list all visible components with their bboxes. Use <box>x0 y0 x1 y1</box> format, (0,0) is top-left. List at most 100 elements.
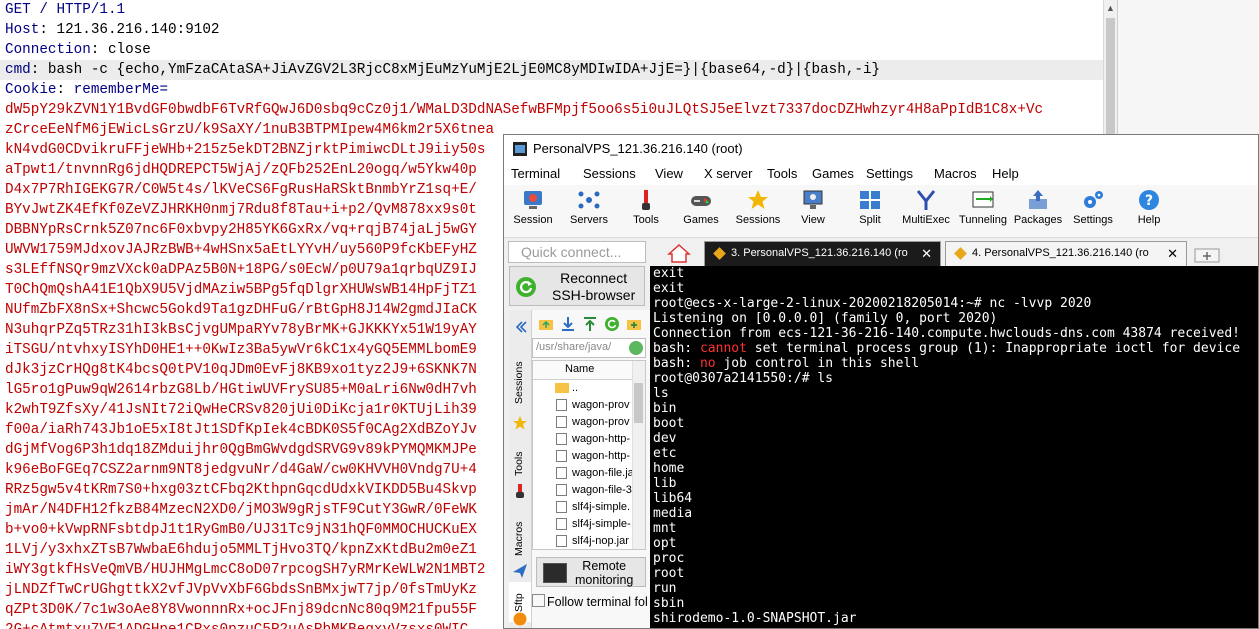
new-folder-icon[interactable] <box>626 316 642 332</box>
quick-connect-input[interactable]: Quick connect... <box>508 241 646 263</box>
terminal-line: Listening on [0.0.0.0] (family 0, port 2… <box>653 311 998 326</box>
toolbar-label: Packages <box>1013 214 1063 226</box>
list-item[interactable]: wagon-file.ja <box>533 465 645 482</box>
terminal-line: run <box>653 581 677 596</box>
vertical-tabs: Sessions Tools Macros Sftp <box>509 310 532 628</box>
file-icon <box>556 433 567 445</box>
vtab-tools[interactable]: Tools <box>509 434 531 484</box>
download-icon[interactable] <box>560 316 576 332</box>
tabs-row: Quick connect... 3. PersonalVPS_121.36.2… <box>504 238 1258 266</box>
toolbar: Session Servers Tools Games Sessions Vie… <box>504 185 1258 238</box>
list-item[interactable]: slf4j-simple- <box>533 516 645 533</box>
vtab-sessions[interactable]: Sessions <box>509 346 531 406</box>
column-name-header[interactable]: Name <box>565 363 594 375</box>
window-title: PersonalVPS_121.36.216.140 (root) <box>533 141 743 156</box>
list-item[interactable]: wagon-http- <box>533 448 645 465</box>
menu-terminal[interactable]: Terminal <box>511 166 560 181</box>
toolbar-label: Tools <box>633 214 659 226</box>
vtab-macros[interactable]: Macros <box>509 504 531 564</box>
tools-icon <box>516 484 524 498</box>
monitor-icon <box>543 563 567 583</box>
terminal-line: lib <box>653 476 677 491</box>
terminal-line: Connection from ecs-121-36-216-140.compu… <box>653 326 1240 341</box>
collapse-chevron-icon[interactable] <box>513 320 527 334</box>
list-item[interactable]: wagon-file-3 <box>533 482 645 499</box>
toolbar-tools-button[interactable]: Tools <box>617 187 675 226</box>
terminal-line: shirodemo-1.0-SNAPSHOT.jar <box>653 611 857 626</box>
terminal-line: mnt <box>653 521 677 536</box>
upload-icon[interactable] <box>582 316 598 332</box>
file-toolbar <box>532 314 650 334</box>
toolbar-split-button[interactable]: Split <box>841 187 899 226</box>
file-list-header[interactable]: Name <box>533 361 645 380</box>
list-item[interactable]: wagon-prov <box>533 397 645 414</box>
list-item-parent[interactable]: .. <box>533 380 645 397</box>
close-icon[interactable]: ✕ <box>921 246 932 262</box>
toolbar-multiexec-button[interactable]: MultiExec <box>897 187 955 226</box>
header-cmd: cmd: bash -c {echo,YmFzaCAtaSA+JiAvZGV2L… <box>0 60 1103 80</box>
toolbar-settings-button[interactable]: Settings <box>1064 187 1122 226</box>
reconnect-ssh-browser-button[interactable]: Reconnect SSH-browser <box>509 266 645 306</box>
view-icon <box>803 190 823 209</box>
home-tab-icon[interactable] <box>664 242 694 264</box>
games-icon <box>691 196 711 206</box>
path-input[interactable]: /usr/share/java/ <box>532 338 646 358</box>
checkbox-icon[interactable] <box>532 594 545 607</box>
scroll-up-icon[interactable]: ▲ <box>1106 3 1115 13</box>
error-word: cannot <box>699 341 747 356</box>
follow-label: Follow terminal fol <box>547 595 648 609</box>
tab-session-3[interactable]: 3. PersonalVPS_121.36.216.140 (ro ✕ <box>704 241 941 266</box>
terminal-line: bin <box>653 401 677 416</box>
menu-settings[interactable]: Settings <box>866 166 913 181</box>
star-icon <box>513 416 527 430</box>
terminal-line: bash: cannot set terminal process group … <box>653 341 1241 356</box>
toolbar-tunneling-button[interactable]: Tunneling <box>954 187 1012 226</box>
menu-games[interactable]: Games <box>812 166 854 181</box>
path-ok-icon[interactable] <box>629 341 643 355</box>
toolbar-session-button[interactable]: Session <box>504 187 562 226</box>
remote-monitoring-button[interactable]: Remote monitoring <box>536 557 646 587</box>
scrollbar-thumb[interactable] <box>634 383 643 423</box>
tunneling-icon <box>972 191 994 208</box>
toolbar-view-button[interactable]: View <box>784 187 842 226</box>
ssh-tab-icon <box>713 247 726 260</box>
follow-terminal-checkbox[interactable]: Follow terminal fol <box>532 594 650 614</box>
list-item[interactable]: slf4j-nop.jar <box>533 533 645 549</box>
help-icon: ? <box>1139 190 1159 210</box>
menu-view[interactable]: View <box>655 166 683 181</box>
new-tab-icon[interactable] <box>1194 246 1222 264</box>
terminal[interactable]: exit exit root@ecs-x-large-2-linux-2020021… <box>650 266 1258 628</box>
list-item[interactable]: wagon-prov <box>533 414 645 431</box>
terminal-line: exit <box>653 266 685 281</box>
toolbar-packages-button[interactable]: Packages <box>1009 187 1067 226</box>
toolbar-games-button[interactable]: Games <box>672 187 730 226</box>
folder-up-icon[interactable] <box>538 316 554 332</box>
header-cookie: Cookie: rememberMe= <box>5 82 169 98</box>
title-bar: PersonalVPS_121.36.216.140 (root) <box>504 135 1258 163</box>
file-icon <box>556 416 567 428</box>
menu-xserver[interactable]: X server <box>704 166 752 181</box>
toolbar-sessions-button[interactable]: Sessions <box>729 187 787 226</box>
terminal-line: boot <box>653 416 685 431</box>
toolbar-help-button[interactable]: ? Help <box>1120 187 1178 226</box>
menu-help[interactable]: Help <box>992 166 1019 181</box>
file-icon <box>556 535 567 547</box>
toolbar-label: Settings <box>1073 214 1113 226</box>
close-icon[interactable]: ✕ <box>1167 246 1178 262</box>
terminal-line: lib64 <box>653 491 693 506</box>
toolbar-servers-button[interactable]: Servers <box>560 187 618 226</box>
ssh-tab-icon <box>954 247 967 260</box>
menu-macros[interactable]: Macros <box>934 166 977 181</box>
menu-sessions[interactable]: Sessions <box>583 166 636 181</box>
tab-session-4[interactable]: 4. PersonalVPS_121.36.216.140 (ro ✕ <box>945 241 1187 266</box>
tab-label: 4. PersonalVPS_121.36.216.140 (ro <box>972 247 1149 259</box>
file-list-scrollbar[interactable] <box>632 361 645 549</box>
folder-icon <box>555 383 569 393</box>
list-item[interactable]: wagon-http- <box>533 431 645 448</box>
menu-tools[interactable]: Tools <box>767 166 797 181</box>
scrollbar-thumb[interactable] <box>1106 18 1115 138</box>
terminal-line: opt <box>653 536 677 551</box>
list-item[interactable]: slf4j-simple. <box>533 499 645 516</box>
file-list[interactable]: Name .. wagon-prov wagon-prov wagon-http… <box>532 360 646 550</box>
refresh-icon[interactable] <box>604 316 620 332</box>
